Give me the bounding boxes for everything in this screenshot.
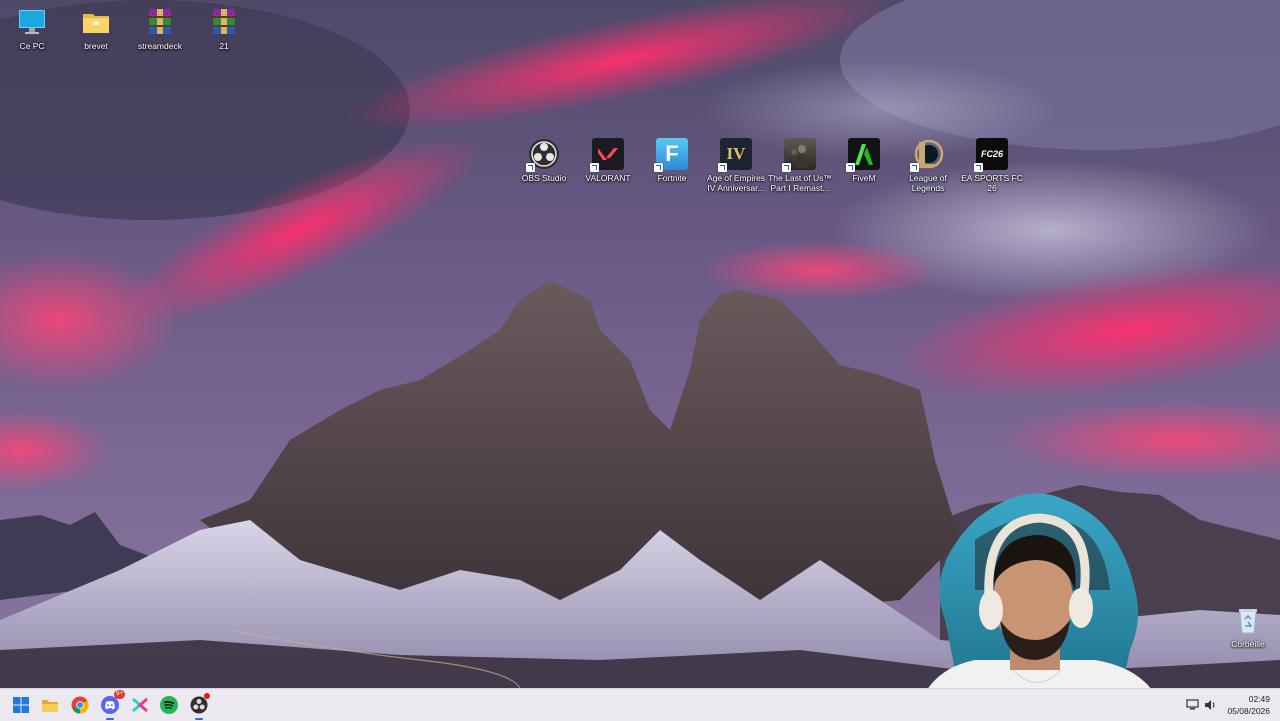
the-last-of-us-icon xyxy=(782,138,816,172)
shortcut-fivem[interactable]: FiveM xyxy=(832,138,896,183)
shortcut-label: VALORANT xyxy=(585,173,631,183)
start-button[interactable] xyxy=(9,693,33,717)
desktop-icon-label: streamdeck xyxy=(138,41,182,51)
monitor-icon xyxy=(16,6,48,38)
volume-icon xyxy=(1205,700,1215,710)
chrome-icon xyxy=(71,696,89,714)
taskbar-spotify[interactable] xyxy=(157,693,181,717)
obs-recording-dot xyxy=(204,693,210,699)
league-of-legends-icon xyxy=(910,138,944,172)
desktop-icon-21[interactable]: 21 xyxy=(192,6,256,51)
desktop-icon-label: Ce PC xyxy=(19,41,45,51)
network-icon xyxy=(1186,699,1199,710)
shortcut-label: League of Legends xyxy=(909,173,947,193)
tray-volume-icon[interactable] xyxy=(1203,698,1217,712)
desktop-icon-recycle-bin[interactable]: Corbeille xyxy=(1216,604,1280,649)
shortcut-league-of-legends[interactable]: League of Legends xyxy=(896,138,960,193)
desktop-icon-label: 21 xyxy=(219,41,229,51)
tray-network-icon[interactable] xyxy=(1186,698,1200,712)
windows-start-icon xyxy=(13,697,29,713)
winrar-archive-icon xyxy=(208,6,240,38)
clock-time: 02:49 xyxy=(1248,694,1270,704)
shortcut-label: FiveM xyxy=(852,173,876,183)
obs-icon xyxy=(526,138,560,172)
shortcut-ea-sports-fc-26[interactable]: FC26 EA SPORTS FC 26 xyxy=(960,138,1024,193)
shortcut-obs-studio[interactable]: OBS Studio xyxy=(512,138,576,183)
desktop-icon-label: Corbeille xyxy=(1231,639,1265,649)
desktop-icon-brevet[interactable]: brevet xyxy=(64,6,128,51)
desktop-icon-streamdeck[interactable]: streamdeck xyxy=(128,6,192,51)
shortcut-label: OBS Studio xyxy=(521,173,567,183)
shortcut-label: The Last of Us™ Part I Remast... xyxy=(768,173,832,193)
shortcut-valorant[interactable]: VALORANT xyxy=(576,138,640,183)
recycle-bin-icon xyxy=(1232,604,1264,636)
ea-sports-fc-icon: FC26 xyxy=(974,138,1008,172)
folder-icon xyxy=(80,6,112,38)
taskbar-capcut[interactable] xyxy=(128,693,152,717)
webcam-overlay xyxy=(915,493,1165,720)
shortcut-label: EA SPORTS FC 26 xyxy=(961,173,1023,193)
taskbar-file-explorer[interactable] xyxy=(38,693,62,717)
shortcut-fortnite[interactable]: F Fortnite xyxy=(640,138,704,183)
shortcut-age-of-empires[interactable]: IV Age of Empires IV Anniversar... xyxy=(704,138,768,193)
shortcut-the-last-of-us[interactable]: The Last of Us™ Part I Remast... xyxy=(768,138,832,193)
clock-date: 05/08/2026 xyxy=(1227,706,1270,716)
file-explorer-icon xyxy=(42,700,58,712)
taskbar-obs[interactable] xyxy=(187,693,211,720)
taskbar-chrome[interactable] xyxy=(68,693,92,717)
clock[interactable]: 02:49 05/08/2026 xyxy=(1227,693,1270,717)
fivem-icon xyxy=(846,138,880,172)
valorant-icon xyxy=(590,138,624,172)
fortnite-icon: F xyxy=(654,138,688,172)
taskbar: 9+ 02:49 05/08/2026 xyxy=(0,688,1280,721)
discord-badge: 9+ xyxy=(114,690,125,699)
capcut-icon xyxy=(132,697,148,713)
shortcut-label: Fortnite xyxy=(657,173,687,183)
age-of-empires-icon: IV xyxy=(718,138,752,172)
shortcut-label: Age of Empires IV Anniversar... xyxy=(706,173,766,193)
taskbar-discord[interactable]: 9+ xyxy=(98,690,125,720)
winrar-archive-icon xyxy=(144,6,176,38)
desktop-icon-label: brevet xyxy=(84,41,108,51)
spotify-icon xyxy=(160,696,178,714)
desktop-icon-ce-pc[interactable]: Ce PC xyxy=(0,6,64,51)
